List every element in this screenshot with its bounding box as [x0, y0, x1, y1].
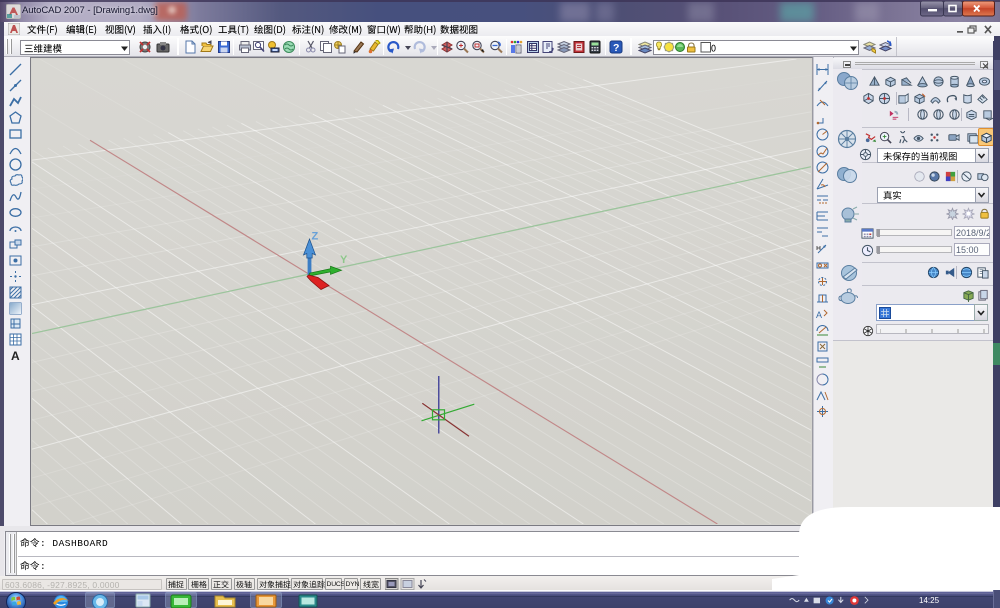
- svg-text:A: A: [816, 310, 822, 320]
- svg-text:Y: Y: [340, 254, 348, 266]
- svg-text:A: A: [11, 349, 20, 363]
- svg-text:Z: Z: [312, 231, 319, 243]
- svg-text:?: ?: [613, 42, 619, 54]
